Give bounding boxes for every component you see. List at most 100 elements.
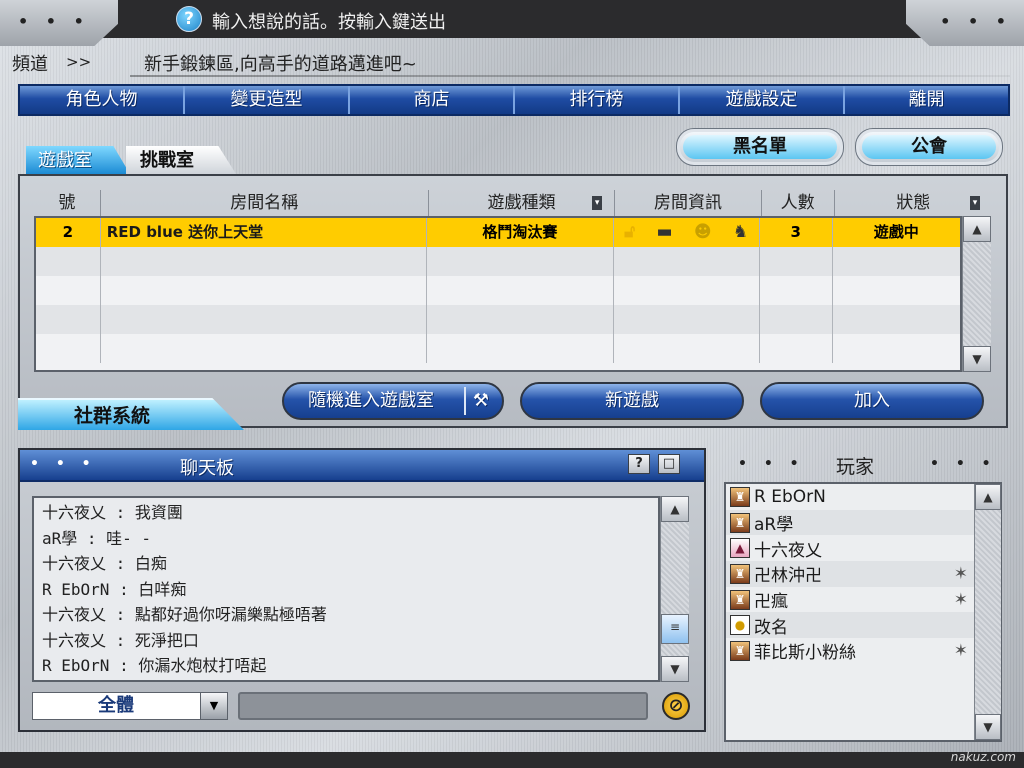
chat-message: R EbOrN : 白咩痴: [42, 579, 187, 599]
col-game-type-label: 遊戲種類: [487, 193, 556, 213]
blacklist-button-label: 黑名單: [683, 135, 837, 159]
table-row[interactable]: 2 RED blue 送你上天堂 格鬥淘汰賽 🔓︎ ▬ ☻ ♞ 3 遊戲中: [36, 218, 960, 247]
watermark: nakuz.com: [950, 750, 1016, 764]
menu-character[interactable]: 角色人物: [20, 86, 185, 114]
room-player-count: [760, 305, 833, 334]
col-status[interactable]: 狀態 ▾: [835, 190, 993, 216]
list-item[interactable]: ♜ 卍林沖卍 ✶: [726, 561, 974, 587]
channel-label: 頻道: [12, 54, 48, 75]
col-game-type[interactable]: 遊戲種類 ▾: [429, 190, 616, 216]
join-button[interactable]: 加入: [760, 382, 984, 420]
player-name: 改名: [754, 617, 788, 638]
bottom-strip: [0, 752, 1024, 768]
room-status: [833, 334, 960, 363]
room-game-type: [427, 276, 614, 305]
room-player-count: [760, 334, 833, 363]
players-title: 玩家: [836, 456, 875, 478]
chat-target-select[interactable]: 全體 ▼: [32, 692, 228, 720]
top-right-tab: • • •: [906, 0, 1024, 46]
list-item[interactable]: ♜ 卍瘋 ✶: [726, 587, 974, 613]
scroll-up-button[interactable]: ▲: [661, 496, 689, 522]
chat-help-button[interactable]: ?: [628, 454, 650, 474]
chat-title: 聊天板: [180, 458, 234, 479]
chat-message: aR學 : 哇- -: [42, 528, 152, 548]
chat-scrollbar[interactable]: ▲ ≡ ▼: [660, 496, 689, 682]
room-info: 🔓︎ ▬ ☻ ♞: [614, 218, 760, 247]
block-icon[interactable]: ⊘: [662, 692, 690, 720]
warrior-avatar-icon: ♜: [730, 640, 750, 661]
filter-dropdown-icon[interactable]: ▾: [592, 196, 603, 210]
menu-ranking[interactable]: 排行榜: [515, 86, 680, 114]
chat-titlebar: • • • 聊天板 ? □: [20, 450, 704, 482]
scroll-down-button[interactable]: ▼: [661, 656, 689, 682]
help-icon[interactable]: ?: [176, 6, 202, 32]
room-game-type: [427, 247, 614, 276]
table-row[interactable]: [36, 305, 960, 334]
top-left-tab: • • •: [0, 0, 118, 46]
room-game-type: 格鬥淘汰賽: [427, 218, 614, 247]
tab-game-room[interactable]: 遊戲室: [26, 146, 130, 174]
warrior-avatar-icon: ♜: [730, 563, 750, 584]
room-number: [36, 276, 101, 305]
sparkle-badge-icon: ✶: [953, 641, 968, 662]
top-bar: [0, 0, 1024, 38]
room-info: [614, 276, 760, 305]
room-number: 2: [36, 218, 101, 247]
player-name: 卍林沖卍: [754, 566, 822, 587]
table-row[interactable]: [36, 276, 960, 305]
channel-divider: [130, 75, 1010, 77]
table-row[interactable]: [36, 247, 960, 276]
sparkle-badge-icon: ✶: [953, 589, 968, 610]
list-item[interactable]: ▲ 十六夜乂: [726, 535, 974, 561]
room-game-type: [427, 305, 614, 334]
hammer-icon: ⚒: [464, 387, 496, 415]
menu-game-settings[interactable]: 遊戲設定: [680, 86, 845, 114]
list-item[interactable]: ♜ aR學: [726, 509, 974, 536]
scroll-thumb[interactable]: ≡: [661, 614, 689, 644]
guild-button-label: 公會: [862, 135, 996, 159]
col-player-count: 人數: [762, 190, 835, 216]
player-name: 菲比斯小粉絲: [754, 643, 856, 664]
chat-maximize-button[interactable]: □: [658, 454, 680, 474]
random-join-button[interactable]: 隨機進入遊戲室 ⚒: [282, 382, 504, 420]
room-list-scrollbar[interactable]: ▲ ▼: [962, 216, 991, 372]
scroll-down-button[interactable]: ▼: [975, 714, 1001, 740]
room-player-count: [760, 247, 833, 276]
scroll-up-button[interactable]: ▲: [963, 216, 991, 242]
room-name: RED blue 送你上天堂: [101, 218, 428, 247]
room-number: [36, 247, 101, 276]
menu-exit[interactable]: 離開: [845, 86, 1008, 114]
chat-log: 十六夜乂 : 我資團 aR學 : 哇- - 十六夜乂 : 白痴 R EbOrN …: [32, 496, 660, 682]
chat-panel: • • • 聊天板 ? □ 十六夜乂 : 我資團 aR學 : 哇- - 十六夜乂…: [18, 448, 706, 732]
blacklist-button[interactable]: 黑名單: [676, 128, 844, 166]
chevron-down-icon[interactable]: ▼: [200, 693, 227, 719]
player-list-panel: ♜ R EbOrN ♜ aR學 ▲ 十六夜乂 ♜ 卍林沖卍 ✶ ♜ 卍瘋 ✶ ●…: [724, 482, 1002, 742]
room-name: [101, 247, 428, 276]
scroll-up-button[interactable]: ▲: [975, 484, 1001, 510]
guild-button[interactable]: 公會: [855, 128, 1003, 166]
warrior-avatar-icon: ♜: [730, 512, 750, 533]
players-dots-right: • • •: [930, 456, 997, 472]
filter-dropdown-icon[interactable]: ▾: [970, 196, 981, 210]
list-item[interactable]: ♜ 菲比斯小粉絲 ✶: [726, 638, 974, 664]
room-status: [833, 276, 960, 305]
menu-change-look[interactable]: 變更造型: [185, 86, 350, 114]
input-hint: 輸入想說的話。按輸入鍵送出: [212, 12, 446, 33]
scroll-down-button[interactable]: ▼: [963, 346, 991, 372]
list-item[interactable]: ♜ R EbOrN: [726, 484, 974, 510]
room-name: [101, 334, 428, 363]
chat-dots: • • •: [30, 456, 97, 472]
table-row[interactable]: [36, 334, 960, 363]
room-player-count: 3: [760, 218, 833, 247]
player-list-scrollbar[interactable]: ▲ ▼: [974, 484, 1001, 740]
new-game-button[interactable]: 新遊戲: [520, 382, 744, 420]
menu-shop[interactable]: 商店: [350, 86, 515, 114]
egg-avatar-icon: ●: [730, 615, 750, 636]
col-room-name: 房間名稱: [101, 190, 429, 216]
room-status: 遊戲中: [873, 223, 919, 241]
chat-input[interactable]: [238, 692, 648, 720]
tab-challenge-room[interactable]: 挑戰室: [126, 146, 236, 174]
tab-social-system[interactable]: 社群系統: [18, 398, 244, 430]
room-list-header: 號 房間名稱 遊戲種類 ▾ 房間資訊 人數 狀態 ▾: [34, 190, 992, 216]
list-item[interactable]: ● 改名: [726, 612, 974, 639]
